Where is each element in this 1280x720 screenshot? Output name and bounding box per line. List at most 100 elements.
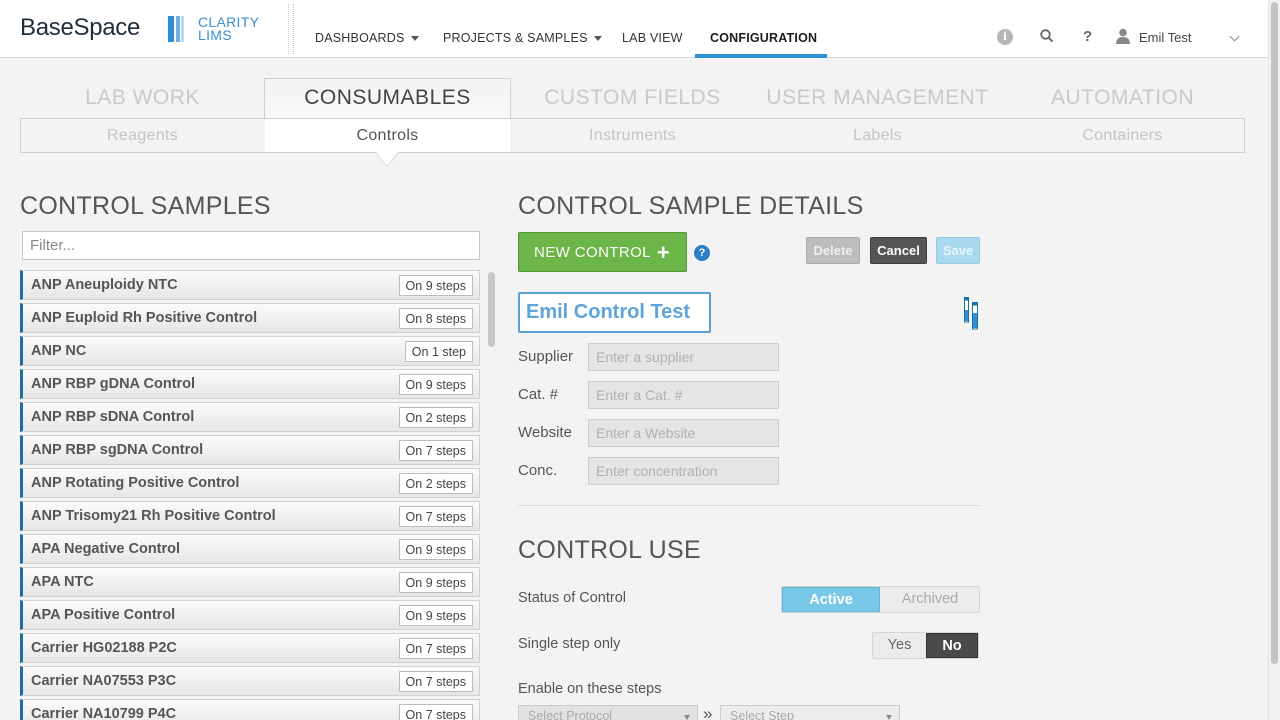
list-item-name: ANP Rotating Positive Control: [31, 475, 240, 491]
list-item[interactable]: ANP RBP sDNA Control On 2 steps: [20, 402, 480, 432]
list-item[interactable]: APA NTC On 9 steps: [20, 567, 480, 597]
concentration-label: Conc.: [518, 462, 558, 479]
new-control-button[interactable]: NEW CONTROL +: [518, 232, 687, 272]
list-scrollbar-thumb[interactable]: [488, 272, 495, 347]
caret-down-icon: [593, 36, 602, 42]
step-count-badge: On 9 steps: [398, 572, 473, 593]
nav-lab-view[interactable]: LAB VIEW: [622, 31, 683, 45]
subtab-labels[interactable]: Labels: [755, 127, 1000, 145]
clarity-lims-logo: CLARITY LIMS: [198, 15, 259, 43]
website-label: Website: [518, 424, 572, 441]
subtab-reagents[interactable]: Reagents: [20, 127, 265, 145]
control-name-input[interactable]: [518, 292, 711, 333]
list-item-name: ANP Trisomy21 Rh Positive Control: [31, 508, 276, 524]
user-name[interactable]: Emil Test: [1139, 30, 1192, 45]
nav-projects-samples[interactable]: PROJECTS & SAMPLES: [443, 31, 602, 45]
page-scrollbar-thumb[interactable]: [1271, 2, 1278, 664]
tab-consumables[interactable]: CONSUMABLES: [264, 86, 511, 110]
status-toggle: Active Archived: [781, 586, 980, 613]
filter-input[interactable]: [22, 231, 480, 260]
save-button[interactable]: Save: [936, 237, 980, 264]
status-archived-option[interactable]: Archived: [881, 587, 979, 612]
list-item[interactable]: ANP RBP sgDNA Control On 7 steps: [20, 435, 480, 465]
protocol-select-text: Select Protocol: [528, 709, 613, 720]
list-item-name: ANP Aneuploidy NTC: [31, 277, 178, 293]
list-item[interactable]: ANP Euploid Rh Positive Control On 8 step…: [20, 303, 480, 333]
subtab-instruments[interactable]: Instruments: [510, 127, 755, 145]
tab-user-management[interactable]: USER MANAGEMENT: [755, 86, 1000, 110]
cancel-button[interactable]: Cancel: [870, 237, 927, 264]
caret-down-icon: [886, 715, 892, 720]
list-item[interactable]: ANP Trisomy21 Rh Positive Control On 7 st…: [20, 501, 480, 531]
list-item[interactable]: ANP RBP gDNA Control On 9 steps: [20, 369, 480, 399]
list-item[interactable]: APA Negative Control On 9 steps: [20, 534, 480, 564]
control-samples-list: ANP Aneuploidy NTC On 9 steps ANP Euploid…: [20, 270, 480, 720]
subtab-pointer-inner: [376, 152, 398, 166]
step-count-badge: On 7 steps: [398, 638, 473, 659]
caret-down-icon: [684, 715, 690, 720]
list-item-name: APA NTC: [31, 574, 94, 590]
subtab-containers[interactable]: Containers: [1000, 127, 1245, 145]
info-icon[interactable]: i: [997, 29, 1013, 45]
step-count-badge: On 9 steps: [398, 275, 473, 296]
list-item-name: APA Positive Control: [31, 607, 176, 623]
step-count-badge: On 1 step: [404, 341, 473, 362]
nav-separator: [288, 4, 294, 54]
step-count-badge: On 2 steps: [398, 407, 473, 428]
step-count-badge: On 9 steps: [398, 605, 473, 626]
basespace-logo[interactable]: BaseSpace: [20, 14, 140, 42]
list-item[interactable]: Carrier HG02188 P2C On 7 steps: [20, 633, 480, 663]
list-item[interactable]: APA Positive Control On 9 steps: [20, 600, 480, 630]
website-input[interactable]: [588, 419, 779, 447]
help-icon[interactable]: ?: [1083, 28, 1092, 45]
control-use-title: CONTROL USE: [518, 536, 701, 564]
list-item-name: ANP RBP sDNA Control: [31, 409, 195, 425]
tab-automation[interactable]: AUTOMATION: [1000, 86, 1245, 110]
step-count-badge: On 9 steps: [398, 539, 473, 560]
status-label: Status of Control: [518, 590, 626, 606]
list-item-name: Carrier HG02188 P2C: [31, 640, 177, 656]
supplier-input[interactable]: [588, 343, 779, 371]
user-icon[interactable]: [1116, 28, 1130, 48]
list-item[interactable]: ANP NC On 1 step: [20, 336, 480, 366]
tab-lab-work[interactable]: LAB WORK: [20, 86, 265, 110]
control-details-title: CONTROL SAMPLE DETAILS: [518, 192, 864, 220]
page-scrollbar[interactable]: [1268, 0, 1280, 720]
single-step-no-option[interactable]: No: [926, 633, 978, 658]
list-scrollbar[interactable]: [488, 272, 496, 720]
chevron-down-icon[interactable]: [1229, 31, 1240, 42]
logo-line-2: LIMS: [198, 27, 232, 43]
supplier-label: Supplier: [518, 348, 574, 365]
step-count-badge: On 8 steps: [398, 308, 473, 329]
list-item[interactable]: Carrier NA07553 P3C On 7 steps: [20, 666, 480, 696]
list-item-name: ANP NC: [31, 343, 87, 359]
top-nav-bar: BaseSpace CLARITY LIMS DASHBOARDS PROJEC…: [0, 0, 1268, 58]
protocol-select[interactable]: Select Protocol: [518, 705, 698, 720]
help-circle-icon[interactable]: ?: [694, 245, 710, 261]
subtab-controls[interactable]: Controls: [265, 127, 510, 145]
single-step-yes-option[interactable]: Yes: [873, 633, 926, 658]
section-divider: [518, 505, 980, 506]
nav-dashboards[interactable]: DASHBOARDS: [315, 31, 419, 45]
status-active-option[interactable]: Active: [782, 587, 880, 612]
list-item[interactable]: Carrier NA10799 P4C On 7 steps: [20, 699, 480, 720]
tab-custom-fields[interactable]: CUSTOM FIELDS: [510, 86, 755, 110]
search-icon[interactable]: [1040, 29, 1054, 47]
single-step-label: Single step only: [518, 636, 621, 652]
enable-steps-label: Enable on these steps: [518, 681, 662, 697]
control-samples-title: CONTROL SAMPLES: [20, 192, 271, 220]
single-step-toggle: Yes No: [872, 632, 979, 659]
plus-icon: +: [656, 240, 670, 265]
nav-projects-label: PROJECTS & SAMPLES: [443, 31, 588, 45]
step-count-badge: On 9 steps: [398, 374, 473, 395]
delete-button[interactable]: Delete: [806, 237, 860, 264]
list-item[interactable]: ANP Aneuploidy NTC On 9 steps: [20, 270, 480, 300]
list-item[interactable]: ANP Rotating Positive Control On 2 steps: [20, 468, 480, 498]
clarity-logo-icon: [168, 16, 186, 42]
cat-number-input[interactable]: [588, 381, 779, 409]
list-item-name: ANP RBP gDNA Control: [31, 376, 196, 392]
step-select[interactable]: Select Step: [720, 705, 900, 720]
nav-configuration[interactable]: CONFIGURATION: [710, 31, 817, 45]
list-item-name: ANP RBP sgDNA Control: [31, 442, 204, 458]
concentration-input[interactable]: [588, 457, 779, 485]
